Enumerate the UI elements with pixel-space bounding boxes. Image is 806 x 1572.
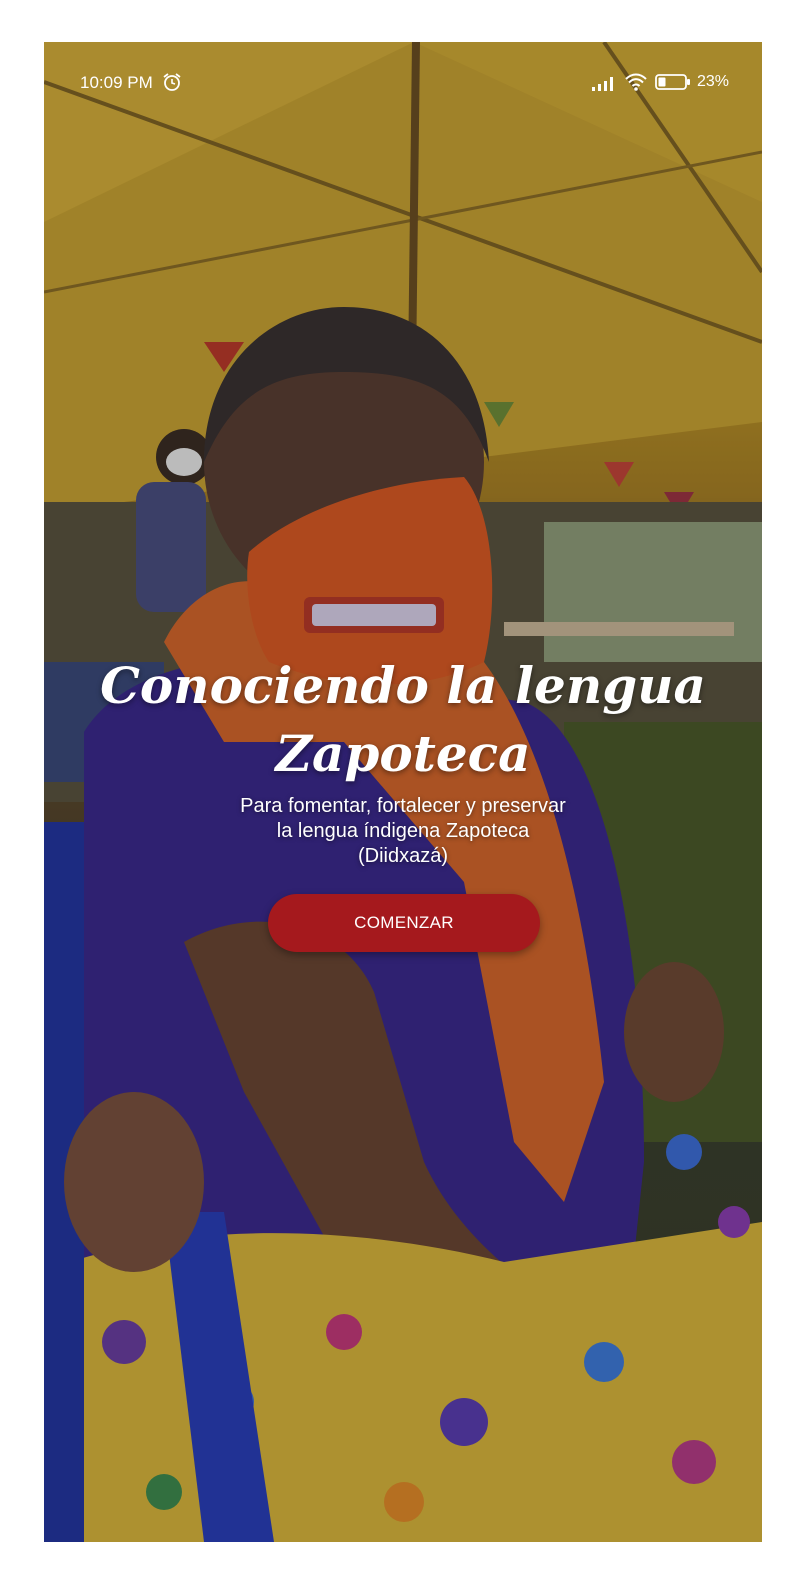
wifi-icon — [625, 73, 647, 91]
battery-icon — [655, 74, 690, 90]
status-time: 10:09 PM — [80, 73, 153, 92]
hero-subtitle: Para fomentar, fortalecer y preservar la… — [240, 795, 566, 867]
battery-percentage: 23% — [697, 73, 730, 90]
start-button[interactable]: COMENZAR — [268, 894, 540, 952]
status-bar: 10:09 PM 23% — [44, 42, 762, 122]
signal-icon — [592, 77, 613, 91]
hero-title: Conociendo la lengua Zapoteca — [100, 656, 706, 783]
alarm-icon — [163, 73, 181, 91]
app-screen: 10:09 PM 23% Conociendo la lengua Zapote — [44, 42, 762, 1542]
welcome-hero: Conociendo la lengua Zapoteca Para fomen… — [44, 652, 762, 869]
